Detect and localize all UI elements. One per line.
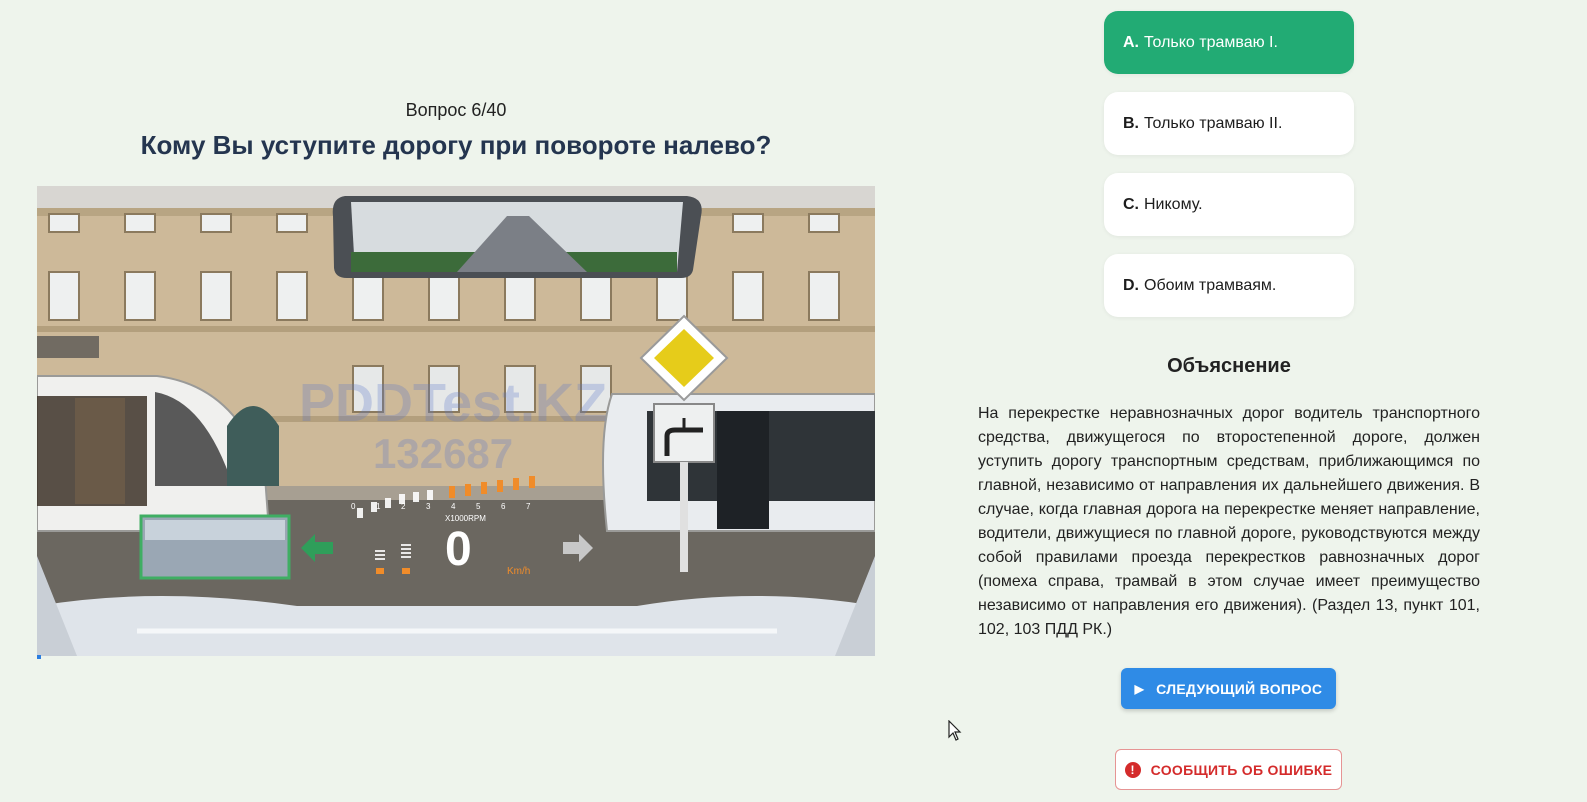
rpm-tick: 6 (501, 502, 506, 511)
rpm-tick: 4 (451, 502, 456, 511)
rpm-tick-labels: 0 1 2 3 4 5 6 7 (351, 502, 551, 516)
answer-text: Обоим трамваям. (1144, 276, 1277, 294)
next-question-label: СЛЕДУЮЩИЙ ВОПРОС (1156, 680, 1323, 697)
answer-option-d[interactable]: D. Обоим трамваям. (1104, 254, 1354, 317)
play-icon: ▶ (1134, 681, 1145, 696)
question-title: Кому Вы уступите дорогу при повороте нал… (140, 130, 772, 160)
progress-bar (37, 655, 875, 659)
explanation-text: На перекрестке неравнозначных дорог води… (978, 405, 1480, 638)
watermark-text: PDDTest.KZ (299, 373, 608, 433)
speed-unit: Km/h (507, 566, 531, 577)
report-error-button[interactable]: ! СООБЩИТЬ ОБ ОШИБКЕ (1115, 749, 1342, 790)
rpm-tick: 5 (476, 502, 481, 511)
answer-letter: C. (1123, 195, 1139, 213)
answer-option-c[interactable]: C. Никому. (1104, 173, 1354, 236)
rpm-tick: 1 (376, 502, 381, 511)
question-counter: Вопрос 6/40 (405, 100, 507, 120)
report-error-label: СООБЩИТЬ ОБ ОШИБКЕ (1150, 761, 1333, 778)
answer-text: Только трамваю I. (1144, 33, 1278, 51)
answer-option-a[interactable]: A. Только трамваю I. (1104, 11, 1354, 74)
next-question-button[interactable]: ▶ СЛЕДУЮЩИЙ ВОПРОС (1121, 668, 1336, 709)
watermark-number: 132687 (373, 430, 514, 477)
answer-letter: B. (1123, 114, 1139, 132)
answer-letter: D. (1123, 276, 1139, 294)
speed-readout: 0 (445, 523, 472, 576)
progress-fill (37, 655, 42, 659)
answer-option-b[interactable]: B. Только трамваю II. (1104, 92, 1354, 155)
answer-list: A. Только трамваю I. B. Только трамваю I… (1104, 11, 1354, 335)
answer-text: Никому. (1144, 195, 1203, 213)
question-illustration: PDDTest.KZ 132687 X1000RPM 0 Km/h 012345… (37, 186, 875, 656)
rpm-tick: 7 (526, 502, 531, 511)
alert-icon: ! (1124, 761, 1141, 778)
rpm-tick: 3 (426, 502, 431, 511)
question-panel: Вопрос 6/40 Кому Вы уступите дорогу при … (0, 0, 905, 802)
mouse-cursor-icon (948, 720, 962, 741)
rpm-tick: 2 (401, 502, 406, 511)
rpm-tick: 0 (351, 502, 356, 511)
answer-letter: A. (1123, 33, 1139, 51)
explanation-title: Объяснение (1167, 355, 1291, 377)
answer-text: Только трамваю II. (1144, 114, 1283, 132)
